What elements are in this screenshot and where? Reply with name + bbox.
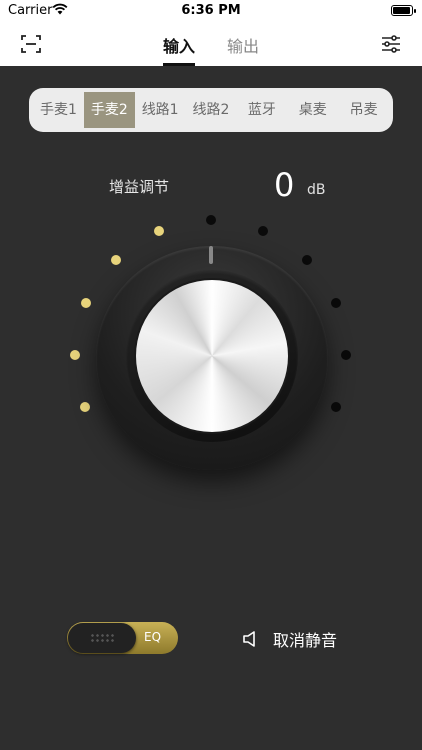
source-selector: 手麦1 手麦2 线路1 线路2 蓝牙 桌麦 吊麦 xyxy=(29,88,393,132)
source-desk-mic[interactable]: 桌麦 xyxy=(287,92,338,128)
level-dot xyxy=(258,226,268,236)
eq-toggle[interactable]: EQ xyxy=(67,622,178,654)
eq-label: EQ xyxy=(144,630,162,644)
status-bar: Carrier 6:36 PM xyxy=(0,0,422,22)
knob-indicator xyxy=(209,246,213,264)
gain-knob[interactable] xyxy=(96,246,328,470)
gain-value: 0 xyxy=(274,166,295,204)
level-dot xyxy=(331,298,341,308)
source-ceiling-mic[interactable]: 吊麦 xyxy=(338,92,389,128)
level-dot xyxy=(80,402,90,412)
source-line-2[interactable]: 线路2 xyxy=(186,92,237,128)
scan-icon[interactable] xyxy=(19,32,43,56)
source-handheld-mic-2[interactable]: 手麦2 xyxy=(83,92,135,128)
level-dot xyxy=(206,215,216,225)
source-line-1[interactable]: 线路1 xyxy=(135,92,186,128)
source-bluetooth[interactable]: 蓝牙 xyxy=(236,92,287,128)
source-handheld-mic-1[interactable]: 手麦1 xyxy=(33,92,84,128)
level-dot xyxy=(70,350,80,360)
level-dot xyxy=(111,255,121,265)
tab-underline xyxy=(163,63,195,66)
clock: 6:36 PM xyxy=(181,3,241,18)
gain-unit: dB xyxy=(307,182,326,198)
level-dot xyxy=(302,255,312,265)
speaker-icon xyxy=(243,631,255,647)
gain-label: 增益调节 xyxy=(109,178,170,196)
unmute-label: 取消静音 xyxy=(273,631,338,650)
knob-ring xyxy=(126,270,298,442)
battery-icon xyxy=(391,5,416,16)
tab-output[interactable]: 输出 xyxy=(227,33,259,57)
knob-face xyxy=(136,280,288,432)
level-dot xyxy=(154,226,164,236)
level-dot xyxy=(341,350,351,360)
level-dot xyxy=(81,298,91,308)
level-dot xyxy=(331,402,341,412)
top-navbar: 输入 输出 xyxy=(0,22,422,66)
tab-input[interactable]: 输入 xyxy=(163,33,195,57)
unmute-button[interactable]: 取消静音 xyxy=(241,627,337,651)
eq-toggle-thumb xyxy=(68,623,136,653)
settings-sliders-icon[interactable] xyxy=(379,32,403,56)
